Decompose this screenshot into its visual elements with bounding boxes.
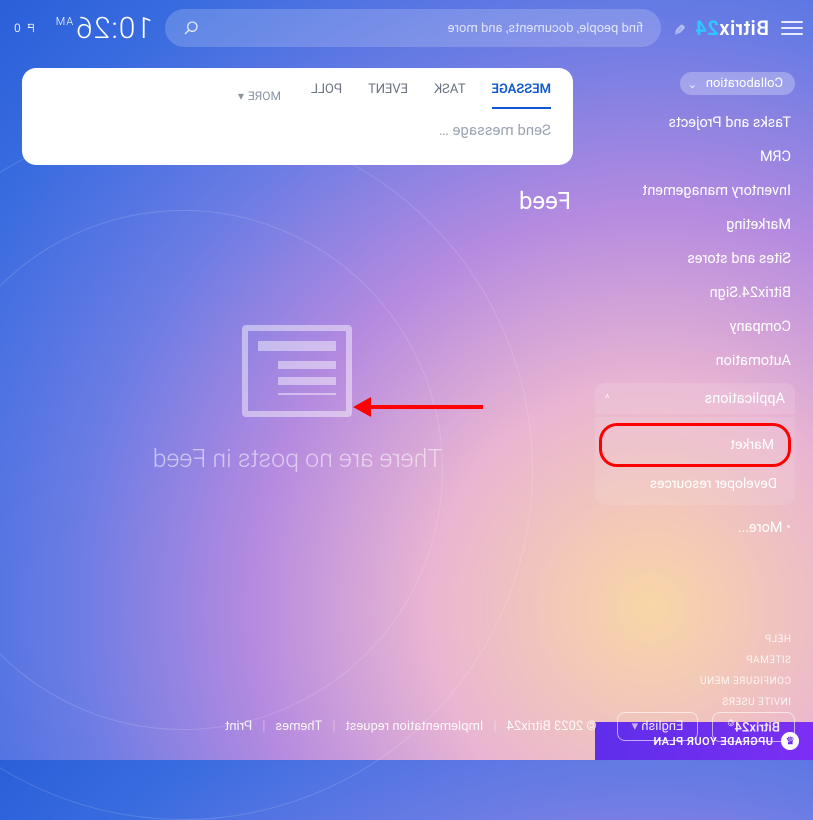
logo-text: Bitrix xyxy=(719,16,769,40)
footer-link-print[interactable]: Print xyxy=(225,719,252,734)
app-logo[interactable]: Bitrix24 ✎ xyxy=(673,16,769,40)
logo-suffix: 24 xyxy=(695,16,719,40)
sidebar-item-automation[interactable]: Automation xyxy=(595,345,795,376)
flag-icon xyxy=(25,22,35,34)
sidebar-item-dev-resources[interactable]: Developer resources xyxy=(595,469,795,499)
empty-feed-icon xyxy=(243,325,353,417)
chevron-down-icon: ▾ xyxy=(632,719,639,734)
invite-users-link[interactable]: INVITE USERS xyxy=(722,697,791,708)
composer-tab-event[interactable]: EVENT xyxy=(368,82,408,109)
task-counter[interactable]: 0 xyxy=(14,21,35,35)
sitemap-link[interactable]: SITEMAP xyxy=(746,655,791,666)
search-input[interactable] xyxy=(211,21,643,36)
sidebar-item-inventory[interactable]: Inventory management xyxy=(595,175,795,206)
composer-tab-message[interactable]: MESSAGE xyxy=(492,82,551,109)
search-icon xyxy=(183,20,199,36)
composer-tab-task[interactable]: TASK xyxy=(434,82,466,109)
sidebar: Collaboration ⌄ Tasks and Projects CRM I… xyxy=(595,56,813,760)
clock: 10:26AM xyxy=(55,11,153,46)
sidebar-item-more[interactable]: More... xyxy=(595,512,795,543)
help-link[interactable]: HELP xyxy=(764,634,791,645)
configure-menu-link[interactable]: CONFIGURE MENU xyxy=(700,676,791,687)
feed-empty-state: There are no posts in Feed xyxy=(22,325,573,474)
footer-link-impl[interactable]: Implementation request xyxy=(345,719,483,734)
composer-tab-poll[interactable]: POLL xyxy=(311,82,342,109)
footer-brand[interactable]: Bitrix24© xyxy=(712,712,795,742)
sidebar-item-sites[interactable]: Sites and stores xyxy=(595,243,795,274)
annotation-highlight: Market xyxy=(599,423,791,467)
footer-link-themes[interactable]: Themes xyxy=(275,719,322,734)
composer-input[interactable]: Send message … xyxy=(22,109,573,165)
chevron-up-icon: ^ xyxy=(605,392,610,405)
language-selector[interactable]: English ▾ xyxy=(617,712,699,741)
sidebar-item-tasks[interactable]: Tasks and Projects xyxy=(595,107,795,138)
empty-feed-text: There are no posts in Feed xyxy=(153,445,443,474)
sidebar-section-applications[interactable]: Applications ^ xyxy=(595,383,795,414)
search-bar[interactable] xyxy=(165,9,661,47)
copyright-text: © 2023 Bitrix24 xyxy=(507,719,597,734)
sidebar-item-company[interactable]: Company xyxy=(595,311,795,342)
sidebar-item-marketing[interactable]: Marketing xyxy=(595,209,795,240)
collaboration-pill[interactable]: Collaboration ⌄ xyxy=(680,72,795,95)
message-composer: MESSAGE TASK EVENT POLL MORE ▾ Send mess… xyxy=(22,68,573,165)
sidebar-item-sign[interactable]: Bitrix24.Sign xyxy=(595,277,795,308)
chevron-down-icon: ▾ xyxy=(238,89,244,103)
feed-title: Feed xyxy=(24,187,571,215)
menu-toggle[interactable] xyxy=(781,17,803,39)
edit-icon[interactable]: ✎ xyxy=(673,23,685,39)
composer-tab-more[interactable]: MORE ▾ xyxy=(238,89,281,103)
sidebar-item-crm[interactable]: CRM xyxy=(595,141,795,172)
chevron-down-icon: ⌄ xyxy=(688,78,697,91)
sidebar-item-market[interactable]: Market xyxy=(616,430,774,460)
